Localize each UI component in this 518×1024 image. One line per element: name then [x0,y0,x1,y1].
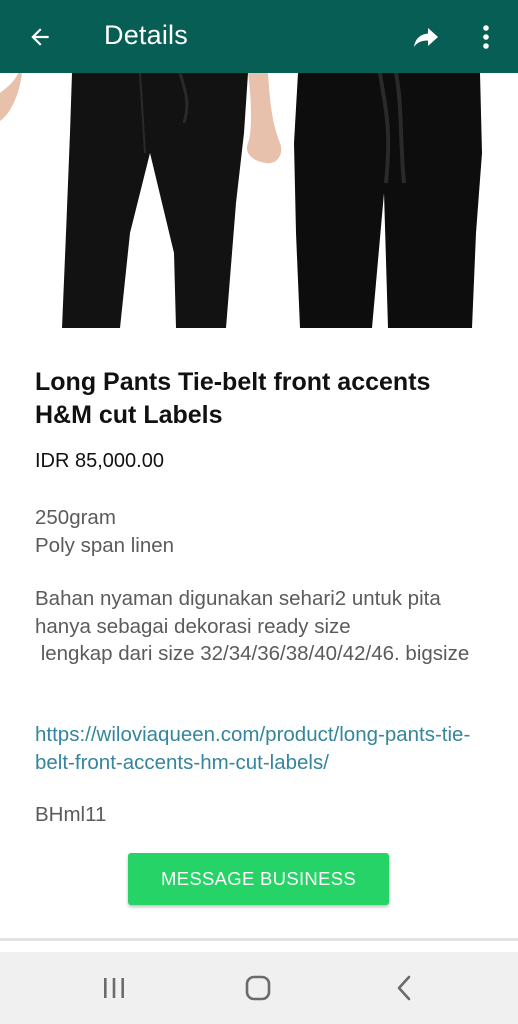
system-navigation-bar [0,952,518,1024]
message-business-button[interactable]: MESSAGE BUSINESS [128,853,389,905]
product-link[interactable]: https://wiloviaqueen.com/product/long-pa… [35,721,480,776]
back-chevron-icon [397,975,411,1001]
more-options-button[interactable] [462,0,510,73]
system-back-button[interactable] [374,962,434,1014]
back-button[interactable] [16,0,64,73]
product-price: IDR 85,000.00 [35,450,164,472]
product-description-text: Bahan nyaman digunakan sehari2 untuk pit… [35,587,470,665]
recents-icon [104,978,124,998]
product-sku: BHml11 [35,803,107,826]
share-button[interactable] [402,0,450,73]
arrow-left-icon [31,27,49,46]
home-button[interactable] [228,962,288,1014]
more-vertical-icon [483,24,489,49]
home-icon [245,975,271,1001]
page-title: Details [104,20,188,50]
divider [0,938,518,941]
product-title: Long Pants Tie-belt front accents H&M cu… [35,368,431,429]
share-forward-icon [414,27,438,47]
product-description-specs: 250gram Poly span linen [35,506,175,557]
product-image[interactable] [0,73,518,328]
app-bar: Details [0,0,518,73]
product-photo [0,73,482,328]
recents-button[interactable] [84,962,144,1014]
